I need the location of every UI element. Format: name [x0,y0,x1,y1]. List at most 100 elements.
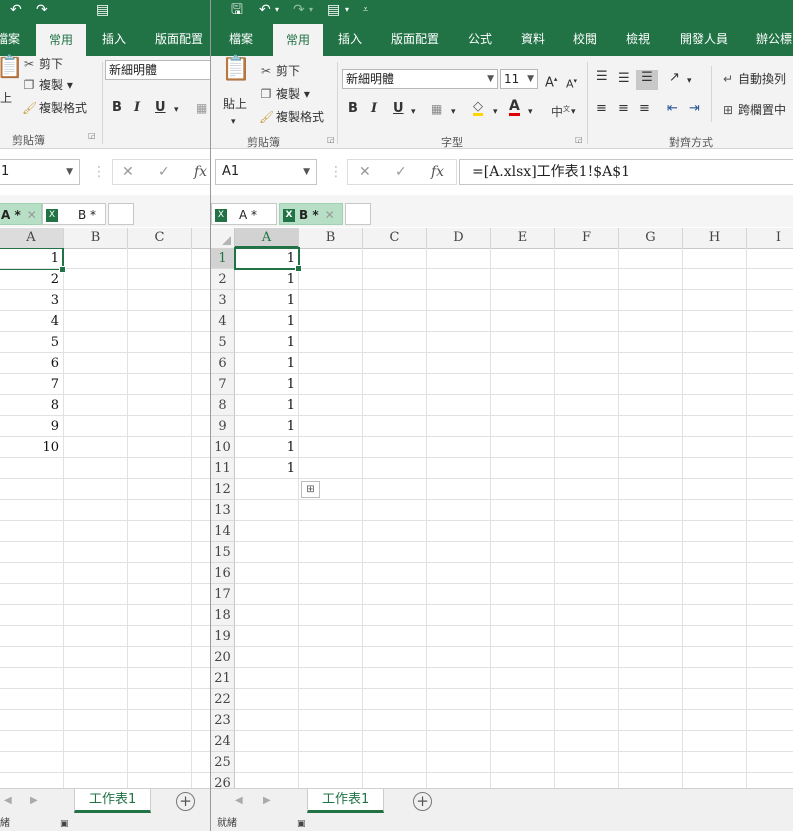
doc-tab-b[interactable]: XB * [42,203,106,225]
tab-formulas[interactable]: 公式 [468,20,492,56]
wrap-text-button[interactable]: ↵ 自動換列 [721,71,786,87]
paste-icon[interactable]: 📋 [0,57,23,79]
tab-data[interactable]: 資料 [521,20,545,56]
row-header-17[interactable]: 17 [211,584,235,605]
row-header-22[interactable]: 22 [211,689,235,710]
cell-a2[interactable]: 2 [0,269,63,290]
column-header-h[interactable]: H [683,228,747,248]
underline-button[interactable]: U [393,101,404,116]
align-left-icon[interactable]: ≡ [596,101,607,117]
save-icon[interactable]: 🖫 [231,1,243,19]
copy-button[interactable]: ❐ 複製 ▾ [22,77,73,93]
font-size-combo[interactable]: 11 ▼ [500,69,538,89]
column-header-c[interactable]: C [363,228,427,248]
row-header-16[interactable]: 16 [211,563,235,584]
cell-a10[interactable]: 1 [235,437,299,458]
cell-a11[interactable]: 1 [235,458,299,479]
macro-record-icon[interactable]: ▣ [60,817,69,831]
undo-dropdown-icon[interactable]: ▾ [275,1,279,19]
cancel-icon[interactable]: ✕ [122,164,134,180]
row-header-13[interactable]: 13 [211,500,235,521]
column-header-f[interactable]: F [555,228,619,248]
paste-icon[interactable]: 📋 [221,56,251,80]
fill-color-icon[interactable]: ◇ [473,100,483,116]
new-tab-button[interactable] [108,203,134,225]
fill-color-dropdown-icon[interactable]: ▾ [493,104,498,120]
auto-fill-options-icon[interactable]: ⊞ [301,481,320,498]
new-tab-button[interactable] [345,203,371,225]
row-header-11[interactable]: 11 [211,458,235,479]
add-sheet-icon[interactable]: + [176,792,195,811]
cell-a7[interactable]: 1 [235,374,299,395]
undo-icon[interactable]: ↶ [10,1,22,19]
format-painter-button[interactable]: 🖌 複製格式 [22,100,87,116]
enter-icon[interactable]: ✓ [158,164,170,180]
border-icon[interactable]: ▦ [196,100,207,116]
doc-tab-b[interactable]: XB * ✕ [279,203,343,225]
select-all-button[interactable] [211,228,235,248]
cancel-icon[interactable]: ✕ [359,164,371,180]
name-box[interactable]: A1 ▼ [215,159,317,185]
row-header-2[interactable]: 2 [211,269,235,290]
paste-button[interactable]: 貼上 [223,96,247,112]
column-header-d[interactable]: D [427,228,491,248]
row-header-25[interactable]: 25 [211,752,235,773]
cell-a6[interactable]: 6 [0,353,63,374]
doc-tab-a[interactable]: XA * [211,203,277,225]
cell-a6[interactable]: 1 [235,353,299,374]
row-header-20[interactable]: 20 [211,647,235,668]
sheet-nav-prev-icon[interactable]: ◀ [235,795,243,806]
font-color-icon[interactable]: A [509,99,520,116]
redo-icon[interactable]: ↷ [293,1,305,19]
phonetic-guide-icon[interactable]: 中文 [551,101,570,120]
column-header-a[interactable]: A [235,228,299,248]
tab-developer[interactable]: 開發人員 [680,20,728,56]
font-color-dropdown-icon[interactable]: ▾ [528,104,533,120]
row-header-7[interactable]: 7 [211,374,235,395]
align-center-icon[interactable]: ≡ [618,101,629,117]
shrink-font-icon[interactable]: A▾ [566,73,577,93]
row-header-1[interactable]: 1 [211,248,235,269]
macro-record-icon[interactable]: ▣ [297,817,306,831]
undo-icon[interactable]: ↶ [259,1,271,19]
enter-icon[interactable]: ✓ [395,164,407,180]
clipboard-dialog-launcher-icon[interactable]: ◲ [327,132,335,148]
cell-a10[interactable]: 10 [0,437,63,458]
cell-a9[interactable]: 1 [235,416,299,437]
tab-home[interactable]: 常用 [36,24,86,56]
cut-button[interactable]: ✂ 剪下 [259,63,300,79]
tab-office-tab[interactable]: 辦公標 [756,20,792,56]
orientation-icon[interactable]: ↗ [669,70,680,86]
row-header-24[interactable]: 24 [211,731,235,752]
column-header-g[interactable]: G [619,228,683,248]
dialog-launcher-icon[interactable]: ◲ [88,128,96,144]
font-name-combo[interactable]: 新細明體 [105,60,210,80]
sheet-nav-prev-icon[interactable]: ◀ [4,795,12,806]
row-header-3[interactable]: 3 [211,290,235,311]
copy-button[interactable]: ❐ 複製 ▾ [259,86,310,102]
bold-button[interactable]: B [112,100,122,115]
close-icon[interactable]: ✕ [27,208,37,222]
cell-a3[interactable]: 1 [235,290,299,311]
tab-file[interactable]: 檔案 [229,20,253,56]
cut-button[interactable]: ✂ 剪下 [22,56,63,72]
form-icon[interactable]: ▤ [96,1,109,19]
worksheet-grid[interactable]: A B C 1 2 3 4 5 6 7 8 9 10 [0,228,210,789]
sheet-nav-next-icon[interactable]: ▶ [263,795,271,806]
grow-font-icon[interactable]: A▴ [545,71,557,91]
formula-input[interactable]: =[A.xlsx]工作表1!$A$1 [459,159,793,185]
font-name-combo[interactable]: 新細明體 ▼ [342,69,498,89]
column-header-i[interactable]: I [747,228,793,248]
cell-a5[interactable]: 1 [235,332,299,353]
row-header-12[interactable]: 12 [211,479,235,500]
customize-qat-icon[interactable]: ⩡ [363,1,368,19]
row-header-26[interactable]: 26 [211,773,235,789]
tab-view[interactable]: 檢視 [626,20,650,56]
border-dropdown-icon[interactable]: ▾ [451,104,456,120]
row-header-6[interactable]: 6 [211,353,235,374]
font-dialog-launcher-icon[interactable]: ◲ [575,132,583,148]
increase-indent-icon[interactable]: ⇥ [689,101,700,117]
form-dropdown-icon[interactable]: ▾ [345,1,349,19]
row-header-4[interactable]: 4 [211,311,235,332]
align-top-icon[interactable]: ☰ [596,69,608,85]
